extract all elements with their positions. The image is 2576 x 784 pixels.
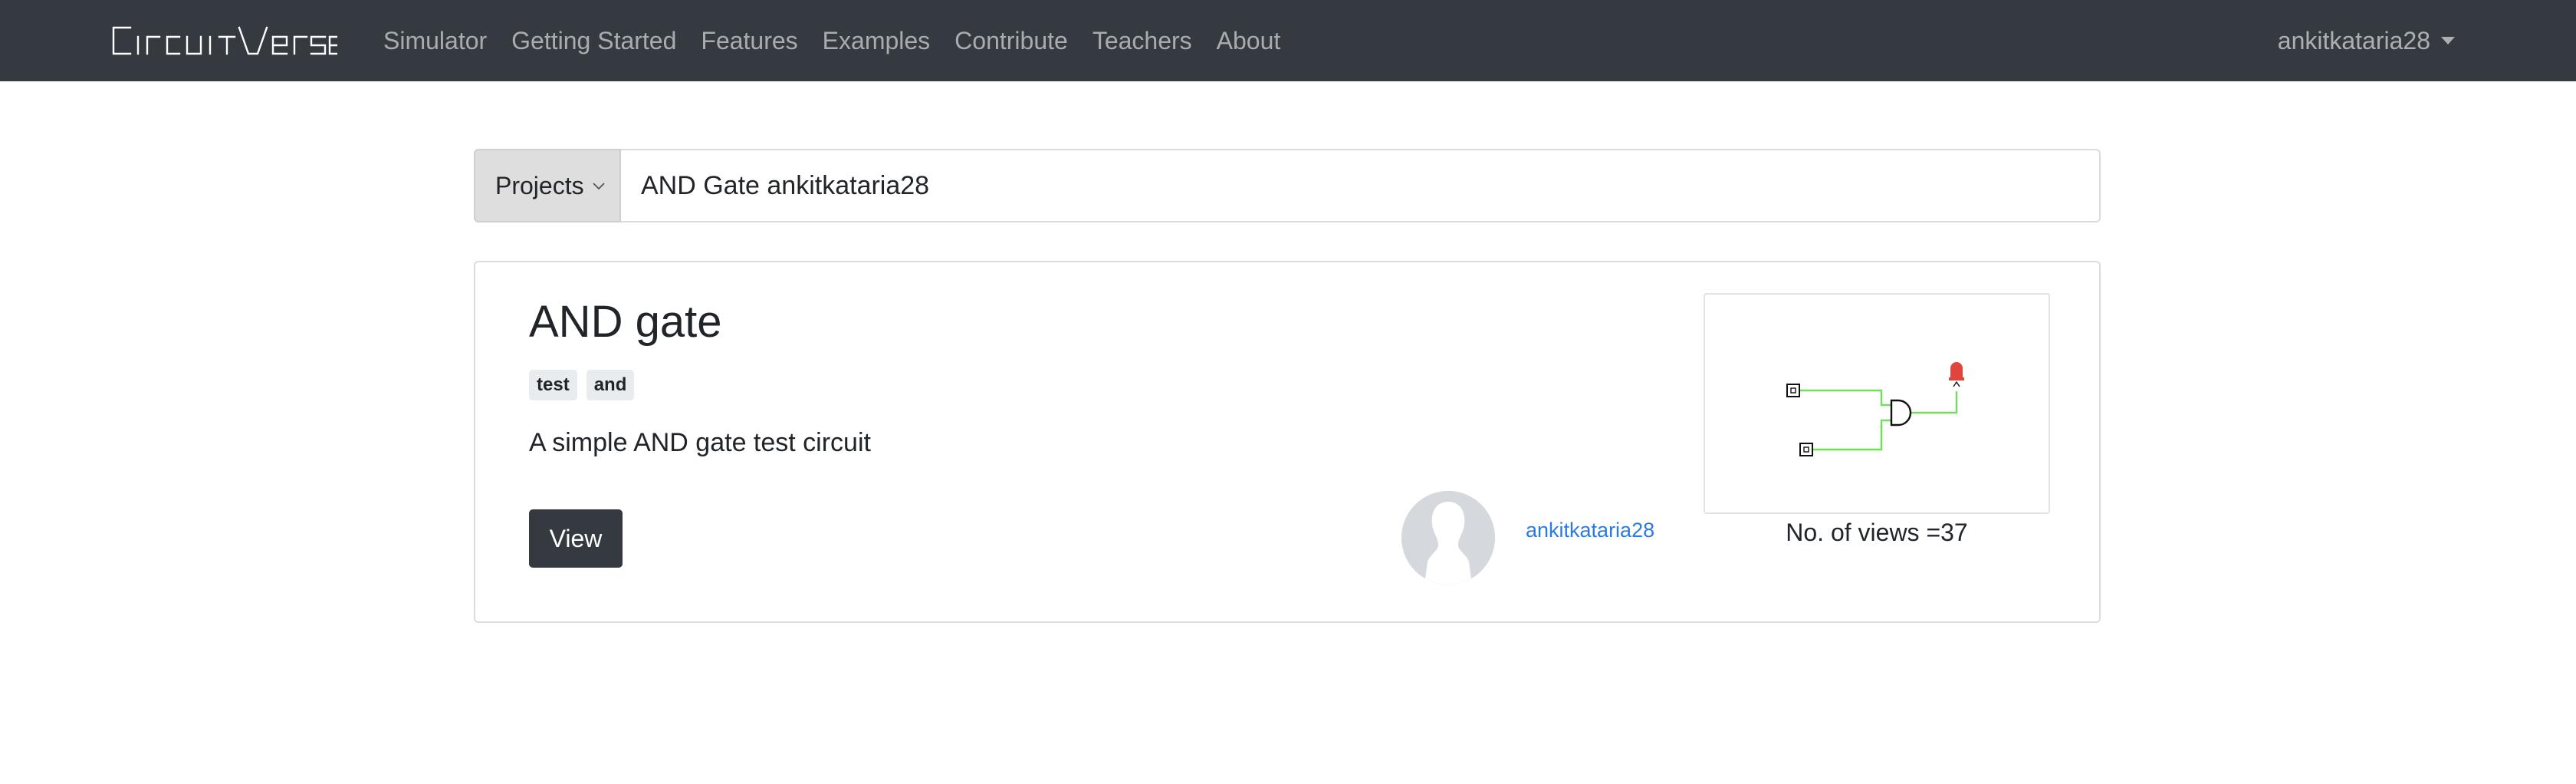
user-name: ankitkataria28: [2277, 26, 2430, 54]
circuitverse-logo-icon: [112, 26, 337, 55]
view-button[interactable]: View: [529, 509, 623, 568]
search-category-select[interactable]: Projects: [474, 149, 621, 222]
chevron-down-icon: [593, 183, 605, 190]
tag-list: test and: [529, 370, 635, 400]
view-count: No. of views =37: [1786, 519, 1968, 546]
author-avatar[interactable]: [1401, 491, 1495, 585]
top-navbar: Simulator Getting Started Features Examp…: [0, 0, 2576, 81]
nav-examples[interactable]: Examples: [810, 27, 943, 55]
nav-simulator[interactable]: Simulator: [371, 27, 499, 55]
nav-getting-started[interactable]: Getting Started: [499, 27, 688, 55]
circuit-preview-thumbnail[interactable]: [1704, 293, 2050, 514]
tag-badge[interactable]: test: [529, 370, 577, 400]
project-description: A simple AND gate test circuit: [529, 428, 871, 457]
project-result-card: AND gate test and A simple AND gate test…: [474, 261, 2101, 623]
nav-teachers[interactable]: Teachers: [1080, 27, 1204, 55]
nav-about[interactable]: About: [1204, 27, 1293, 55]
user-menu-dropdown[interactable]: ankitkataria28: [2278, 0, 2455, 81]
user-silhouette-icon: [1401, 491, 1495, 585]
nav-features[interactable]: Features: [688, 27, 810, 55]
nav-links: Simulator Getting Started Features Examp…: [371, 0, 1293, 81]
nav-contribute[interactable]: Contribute: [942, 27, 1080, 55]
brand-logo[interactable]: [107, 15, 337, 61]
project-title: AND gate: [529, 297, 722, 347]
caret-down-icon: [2441, 37, 2455, 44]
and-gate-circuit-icon: [1786, 362, 1964, 456]
search-input[interactable]: [621, 149, 2101, 222]
search-bar: Projects: [474, 149, 2101, 222]
author-link[interactable]: ankitkataria28: [1526, 519, 1654, 542]
search-category-label: Projects: [495, 171, 584, 199]
tag-badge[interactable]: and: [586, 370, 635, 400]
